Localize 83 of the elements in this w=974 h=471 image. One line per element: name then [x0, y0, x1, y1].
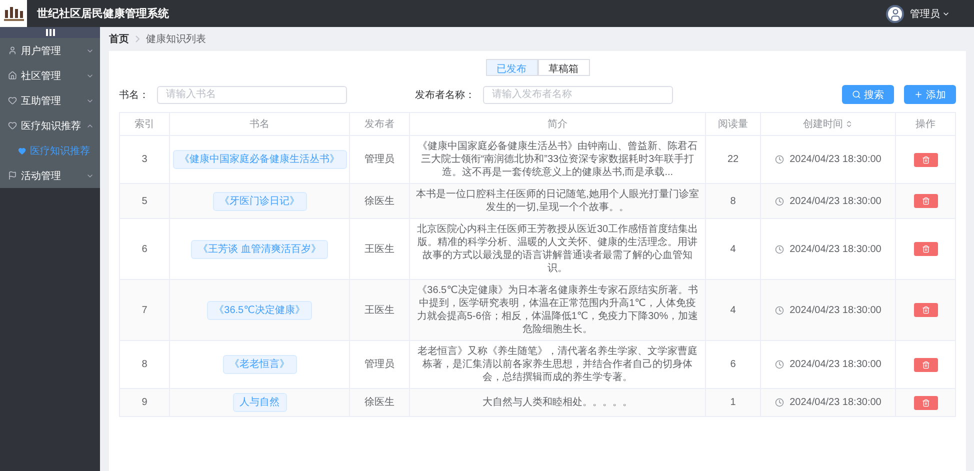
trash-icon: [922, 360, 930, 368]
date-text: 2024/04/23 18:30:00: [790, 396, 882, 409]
table-cell: 大自然与人类和睦相处。。。。。: [410, 389, 706, 417]
sidebar-item[interactable]: 互助管理: [0, 88, 100, 113]
input-field[interactable]: 请输入书名: [157, 86, 347, 104]
date-text: 2024/04/23 18:30:00: [790, 358, 882, 371]
input-field[interactable]: 请输入发布者名称: [483, 86, 673, 104]
sort-icon[interactable]: [845, 120, 853, 128]
clock-icon: [774, 196, 784, 206]
sidebar-item[interactable]: 活动管理: [0, 163, 100, 188]
sidebar-item[interactable]: 社区管理: [0, 63, 100, 88]
breadcrumb-item[interactable]: 首页: [109, 32, 129, 46]
table-cell: 老老恒言》又称《养生随笔》，清代著名养生学家、文学家曹庭栋著，是汇集清以前各家养生思想，并结合作者自己的切身体会，总结撰辑而成的养生学专著。: [410, 341, 706, 389]
clock-icon: [774, 244, 784, 254]
book-title-tag: 人与自然: [232, 393, 286, 412]
clock-icon: [774, 306, 784, 314]
delete-button[interactable]: [914, 396, 938, 410]
clock-icon: [774, 398, 784, 407]
table-cell: 管理员: [350, 136, 410, 184]
table-cell: 王医生: [350, 280, 410, 341]
table-cell: 8: [120, 341, 170, 389]
book-title-tag: 《老老恒言》: [222, 355, 296, 374]
table-cell: 王医生: [350, 219, 410, 280]
field-label: 发布者名称：: [415, 88, 475, 102]
table-cell: 6: [706, 341, 761, 389]
clock-icon: [774, 360, 784, 369]
table-cell: 徐医生: [350, 184, 410, 219]
table-cell: 本书是一位口腔科主任医师的日记随笔,她用个人眼光打量门诊室发生的一切,呈现一个个故事。。: [410, 184, 706, 219]
table-cell: 管理员: [350, 341, 410, 389]
sidebar-item[interactable]: 医疗知识推荐: [0, 113, 100, 138]
trash-icon: [922, 398, 930, 406]
house-icon: [8, 71, 17, 80]
table-cell: 6: [120, 219, 170, 280]
table-cell: 22: [706, 136, 761, 184]
book-title-tag: 《健康中国家庭必备健康生活丛书》: [172, 150, 346, 169]
column-header: 书名: [170, 112, 350, 136]
table-cell: 1: [706, 389, 761, 417]
user-menu[interactable]: 管理员: [910, 6, 950, 20]
trash-icon: [922, 156, 930, 164]
book-title-tag: 《王芳谈 血管清爽活百岁》: [191, 240, 328, 258]
heart-icon: [18, 146, 26, 154]
avatar-icon[interactable]: [886, 4, 904, 22]
table-cell: 7: [120, 280, 170, 341]
person-icon: [8, 46, 17, 55]
heart-icon: [8, 121, 17, 130]
sidebar-item[interactable]: 用户管理: [0, 38, 100, 63]
logo-icon: [0, 0, 27, 27]
column-header: 简介: [410, 112, 706, 136]
table-cell: 《健康中国家庭必备健康生活丛书》由钟南山、曾益新、陈君石三大院士领衔“南润德北协和”33位资深专家数据耗时3年联手打造。这不再是一套传统意义上的健康丛书,而是承载...: [410, 136, 706, 184]
trash-icon: [922, 306, 930, 314]
delete-button[interactable]: [914, 242, 938, 256]
table-cell: 4: [706, 280, 761, 341]
table-cell: 5: [120, 184, 170, 219]
field-label: 书名：: [119, 88, 149, 102]
table-cell: 《36.5℃决定健康》为日本著名健康养生专家石原结实所著。书中提到，医学研究表明，体温在正常范围内升高1℃，人体免疫力就会提高5-6倍；相反，体温降低1℃，免疫力下降30%，加速危险细胞生长。: [410, 280, 706, 341]
flag-icon: [8, 171, 17, 180]
book-title-tag: 《36.5℃决定健康》: [207, 300, 312, 320]
delete-button[interactable]: [914, 358, 938, 372]
date-text: 2024/04/23 18:30:00: [790, 304, 882, 316]
delete-button[interactable]: [914, 152, 938, 166]
table-cell: 徐医生: [350, 389, 410, 417]
separator-icon: [135, 35, 140, 43]
table-cell: 3: [120, 136, 170, 184]
delete-button[interactable]: [914, 194, 938, 208]
plus-icon: [914, 90, 923, 99]
table-cell: 9: [120, 389, 170, 417]
tab[interactable]: 草稿箱: [538, 59, 590, 76]
book-title-tag: 《牙医门诊日记》: [212, 192, 306, 210]
clock-icon: [774, 155, 784, 164]
delete-button[interactable]: [914, 303, 938, 317]
date-text: 2024/04/23 18:30:00: [790, 194, 882, 208]
trash-icon: [922, 197, 930, 205]
search-icon: [852, 90, 861, 99]
date-text: 2024/04/23 18:30:00: [790, 153, 882, 166]
app-title: 世纪社区居民健康管理系统: [37, 6, 169, 21]
table-cell: 北京医院心内科主任医师王芳教授从医近30工作感悟首度结集出版。精准的科学分析、温暖的人文关怀、健康的生活理念。用讲故事的方式以最浅显的语言讲解普通读者最需了解的心血管知识。: [410, 219, 706, 280]
table-cell: 4: [706, 219, 761, 280]
date-text: 2024/04/23 18:30:00: [790, 242, 882, 256]
trash-icon: [922, 245, 930, 253]
collapse-icon[interactable]: [46, 29, 54, 36]
table-cell: 8: [706, 184, 761, 219]
heart-icon: [8, 96, 17, 105]
breadcrumb-item: 健康知识列表: [146, 32, 206, 46]
